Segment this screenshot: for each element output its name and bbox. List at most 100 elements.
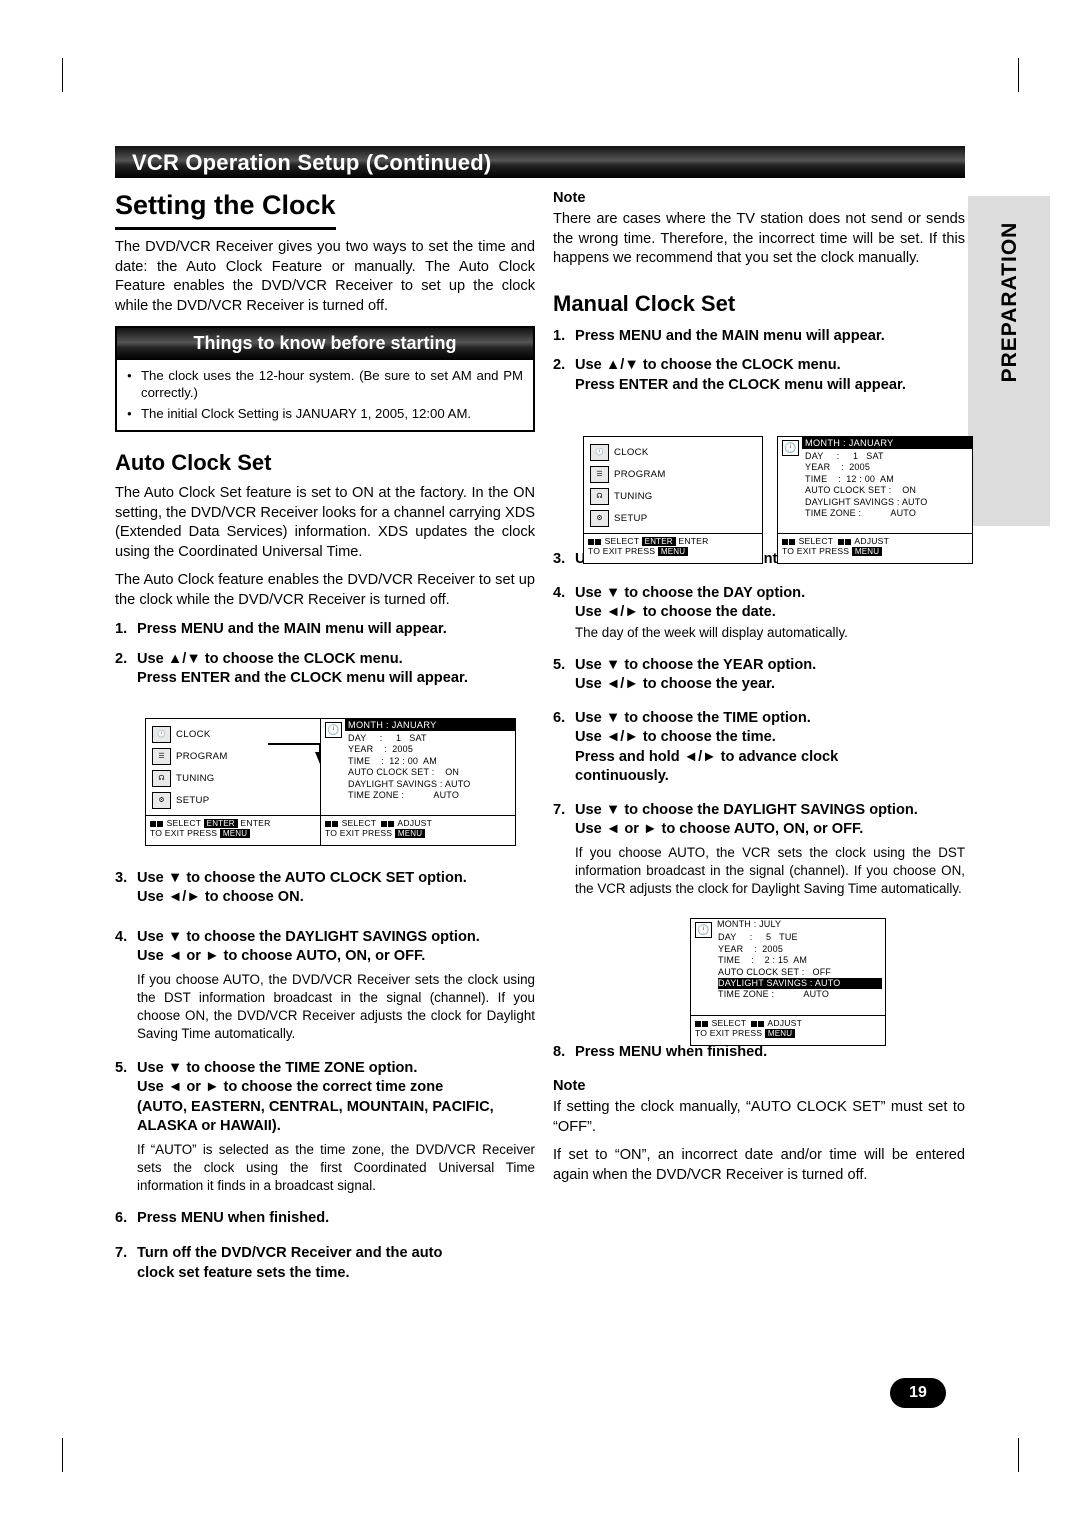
- step-text: Use ▼ to choose the DAYLIGHT SAVINGS opt…: [575, 801, 918, 818]
- clock-menu-row-time-zone: TIME ZONE : AUTO: [348, 790, 460, 801]
- manual-step-7: 7. Use ▼ to choose the DAYLIGHT SAVINGS o…: [553, 801, 965, 821]
- clock-menu-row-year: YEAR : 2005: [348, 744, 414, 755]
- clock-menu-row-time-zone: TIME ZONE : AUTO: [718, 989, 830, 1000]
- program-icon: ☰: [152, 748, 171, 765]
- clock-menu-row-time-zone: TIME ZONE : AUTO: [805, 508, 917, 519]
- manual-step-6-line3: Press and hold ◄/► to advance clock: [575, 748, 839, 765]
- step-number: 5.: [115, 1059, 128, 1076]
- step-text: Use ▲/▼ to choose the CLOCK menu.: [575, 357, 841, 373]
- clock-menu-row-auto-clock-set: AUTO CLOCK SET : ON: [348, 767, 460, 778]
- step-5: 5. Use ▼ to choose the TIME ZONE option.: [115, 1059, 535, 1079]
- note2-paragraph-1: If setting the clock manually, “AUTO CLO…: [553, 1099, 965, 1135]
- clock-menu-row-day: DAY : 1 SAT: [805, 451, 884, 461]
- clock-menu-row-daylight-savings: DAYLIGHT SAVINGS : AUTO: [348, 778, 471, 789]
- manual-step-6: 6. Use ▼ to choose the TIME option.: [553, 709, 965, 729]
- menu-key: MENU: [219, 829, 251, 838]
- manual-step-4-line2: Use ◄/► to choose the date.: [575, 604, 776, 620]
- clock-menu-row-daylight-savings: DAYLIGHT SAVINGS : AUTO: [718, 978, 882, 990]
- clock-menu-row-day: DAY : 5 TUE: [718, 932, 798, 943]
- menu-item-program: PROGRAM: [176, 751, 228, 762]
- clock-menu-row-auto-clock-set: AUTO CLOCK SET : ON: [805, 485, 917, 496]
- step-3-line2: Use ◄/► to choose ON.: [137, 889, 304, 905]
- menu-item-setup: SETUP: [176, 795, 210, 806]
- menu-key: MENU: [764, 1029, 796, 1038]
- auto-clock-paragraph-1: The Auto Clock Set feature is set to ON …: [115, 485, 535, 560]
- osd-clock-menu-july: 🕛 MONTH : JULY DAY : 5 TUE YEAR : 2005 T…: [690, 918, 886, 1046]
- footer-exit-label: TO EXIT PRESS: [782, 546, 850, 556]
- menu-item-tuning: TUNING: [614, 491, 653, 502]
- step-1: 1. Press MENU and the MAIN menu will appe…: [115, 620, 535, 640]
- menu-key: MENU: [657, 547, 689, 556]
- step-text: Use ▼ to choose the YEAR option.: [575, 656, 817, 673]
- menu-key: MENU: [851, 547, 883, 556]
- step-2: 2. Use ▲/▼ to choose the CLOCK menu.: [115, 650, 535, 670]
- footer-select-label: SELECT: [711, 1018, 747, 1028]
- clock-icon: 🕛: [325, 722, 342, 738]
- note-paragraph: There are cases where the TV station doe…: [553, 211, 965, 266]
- clock-menu-row-year: YEAR : 2005: [805, 462, 871, 473]
- step-number: 1.: [115, 621, 128, 637]
- things-to-know-box: Things to know before starting The clock…: [115, 326, 535, 432]
- menu-key: MENU: [394, 829, 426, 838]
- main-menu-footer: SELECT ENTER ENTER TO EXIT PRESS MENU: [146, 815, 324, 845]
- step-3: 3. Use ▼ to choose the AUTO CLOCK SET opt…: [115, 869, 535, 889]
- things-to-know-title: Things to know before starting: [117, 328, 533, 360]
- step-number: 1.: [553, 327, 566, 344]
- step-text: Use ▲/▼ to choose the CLOCK menu.: [137, 650, 403, 667]
- clock-menu-row-time: TIME : 2 : 15 AM: [718, 955, 808, 966]
- osd-clock-menu-left: 🕛 MONTH : JANUARY DAY : 1 SAT YEAR : 200…: [320, 718, 516, 846]
- step-number: 3.: [115, 869, 128, 886]
- clock-icon: 🕛: [782, 440, 799, 456]
- footer-enter-label: ENTER: [240, 818, 271, 828]
- step-text: Press MENU when finished.: [137, 1209, 330, 1226]
- footer-select-label: SELECT: [341, 818, 377, 828]
- step-text: Use ▼ to choose the DAY option.: [575, 584, 806, 601]
- menu-item-tuning: TUNING: [176, 773, 215, 784]
- step-number: 7.: [115, 1245, 128, 1261]
- step-number: 8.: [553, 1043, 566, 1060]
- step-text: Use ▼ to choose the TIME option.: [575, 709, 811, 726]
- step-5-note: If “AUTO” is selected as the time zone, …: [137, 1141, 535, 1193]
- step-text: Press MENU and the MAIN menu will appear…: [137, 621, 447, 637]
- page-title: VCR Operation Setup (Continued): [132, 150, 492, 175]
- clock-menu-row-year: YEAR : 2005: [718, 943, 784, 954]
- footer-enter-label: ENTER: [678, 536, 709, 546]
- clock-icon: 🕛: [152, 726, 171, 743]
- manual-step-4-note: The day of the week will display automat…: [575, 624, 848, 640]
- manual-step-2: 2. Use ▲/▼ to choose the CLOCK menu.: [553, 356, 965, 376]
- enter-key: ENTER: [641, 537, 676, 546]
- clock-menu-row-time: TIME : 12 : 00 AM: [348, 755, 437, 766]
- clock-menu-footer: SELECT ADJUST TO EXIT PRESS MENU: [778, 533, 972, 563]
- main-menu-screen: 🕛 CLOCK ☰ PROGRAM ☊ TUNING ⚙ SETUP SELEC…: [583, 436, 763, 564]
- things-to-know-item: The clock uses the 12-hour system. (Be s…: [127, 367, 523, 401]
- osd-clock-menu-right: 🕛 MONTH : JANUARY DAY : 1 SAT YEAR : 200…: [777, 436, 973, 564]
- step-text: Press MENU and the MAIN menu will appear…: [575, 327, 885, 344]
- step-number: 2.: [553, 357, 566, 373]
- step-number: 6.: [115, 1209, 128, 1226]
- step-number: 4.: [115, 928, 128, 945]
- intro-paragraph: The DVD/VCR Receiver gives you two ways …: [115, 239, 535, 314]
- manual-step-7-note: If you choose AUTO, the VCR sets the clo…: [575, 844, 965, 896]
- manual-step-1: 1. Press MENU and the MAIN menu will appe…: [553, 327, 965, 347]
- osd-main-menu-left: 🕛 CLOCK ☰ PROGRAM ☊ TUNING ⚙ SETUP SELEC…: [145, 718, 325, 846]
- clock-menu-month-row: MONTH : JANUARY: [802, 437, 972, 449]
- page-number-badge: 19: [890, 1378, 946, 1408]
- step-4-line2: Use ◄ or ► to choose AUTO, ON, or OFF.: [137, 948, 426, 964]
- crop-mark: [62, 1438, 63, 1472]
- step-text: Use ▼ to choose the DAYLIGHT SAVINGS opt…: [137, 928, 480, 945]
- clock-menu-month-row: MONTH : JANUARY: [345, 719, 515, 731]
- setup-icon: ⚙: [152, 792, 171, 809]
- step-number: 4.: [553, 584, 566, 601]
- footer-adjust-label: ADJUST: [767, 1018, 803, 1028]
- clock-menu-screen-2: 🕛 MONTH : JANUARY DAY : 1 SAT YEAR : 200…: [777, 436, 973, 564]
- note2-paragraph-2: If set to “ON”, an incorrect date and/or…: [553, 1147, 965, 1183]
- footer-exit-label: TO EXIT PRESS: [695, 1028, 763, 1038]
- manual-step-4: 4. Use ▼ to choose the DAY option.: [553, 584, 965, 604]
- main-menu-screen: 🕛 CLOCK ☰ PROGRAM ☊ TUNING ⚙ SETUP SELEC…: [145, 718, 325, 846]
- step-number: 7.: [553, 801, 566, 818]
- footer-exit-label: TO EXIT PRESS: [150, 828, 218, 838]
- clock-menu-footer: SELECT ADJUST TO EXIT PRESS MENU: [321, 815, 515, 845]
- footer-select-label: SELECT: [166, 818, 202, 828]
- heading-setting-the-clock: Setting the Clock: [115, 190, 336, 230]
- manual-page: VCR Operation Setup (Continued) PREPARAT…: [0, 0, 1080, 1528]
